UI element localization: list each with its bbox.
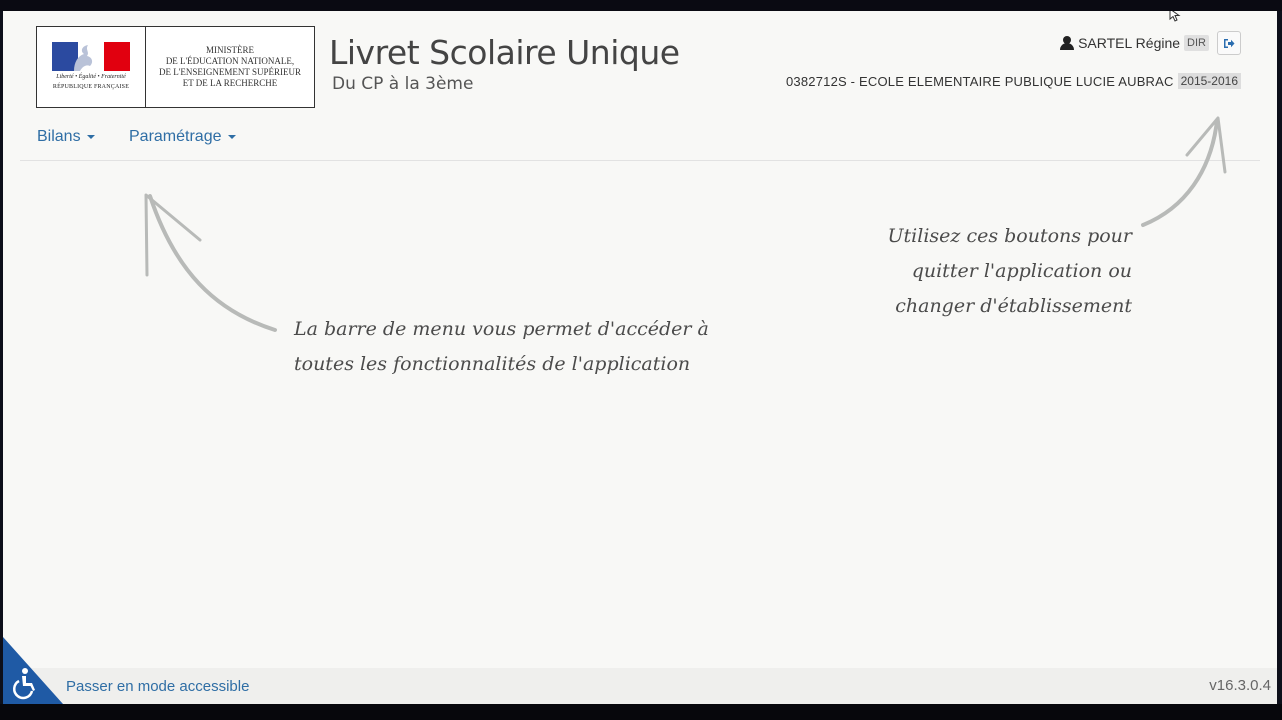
menu-hint-line: toutes les fonctionnalités de l'applicat… bbox=[294, 353, 691, 375]
app-version: v16.3.0.4 bbox=[1209, 677, 1271, 694]
browser-viewport: Liberté • Égalité • Fraternité RÉPUBLIQU… bbox=[3, 11, 1277, 704]
mouse-cursor-icon bbox=[1169, 11, 1181, 22]
menu-hint: La barre de menu vous permet d'accéder à… bbox=[294, 312, 709, 382]
buttons-hint-line: changer d'établissement bbox=[895, 295, 1132, 317]
arrow-to-buttons-icon bbox=[1141, 119, 1219, 227]
buttons-hint-line: quitter l'application ou bbox=[911, 260, 1132, 282]
screen-bottom-edge bbox=[0, 704, 1282, 720]
accessible-mode-link[interactable]: Passer en mode accessible bbox=[66, 678, 249, 695]
accessibility-toggle[interactable] bbox=[3, 637, 63, 704]
menu-hint-line: La barre de menu vous permet d'accéder à bbox=[294, 318, 709, 340]
buttons-hint-line: Utilisez ces boutons pour bbox=[887, 225, 1132, 247]
buttons-hint: Utilisez ces boutons pour quitter l'appl… bbox=[888, 219, 1132, 324]
screen-top-edge bbox=[0, 0, 1282, 11]
arrow-to-menu-icon bbox=[148, 194, 277, 332]
